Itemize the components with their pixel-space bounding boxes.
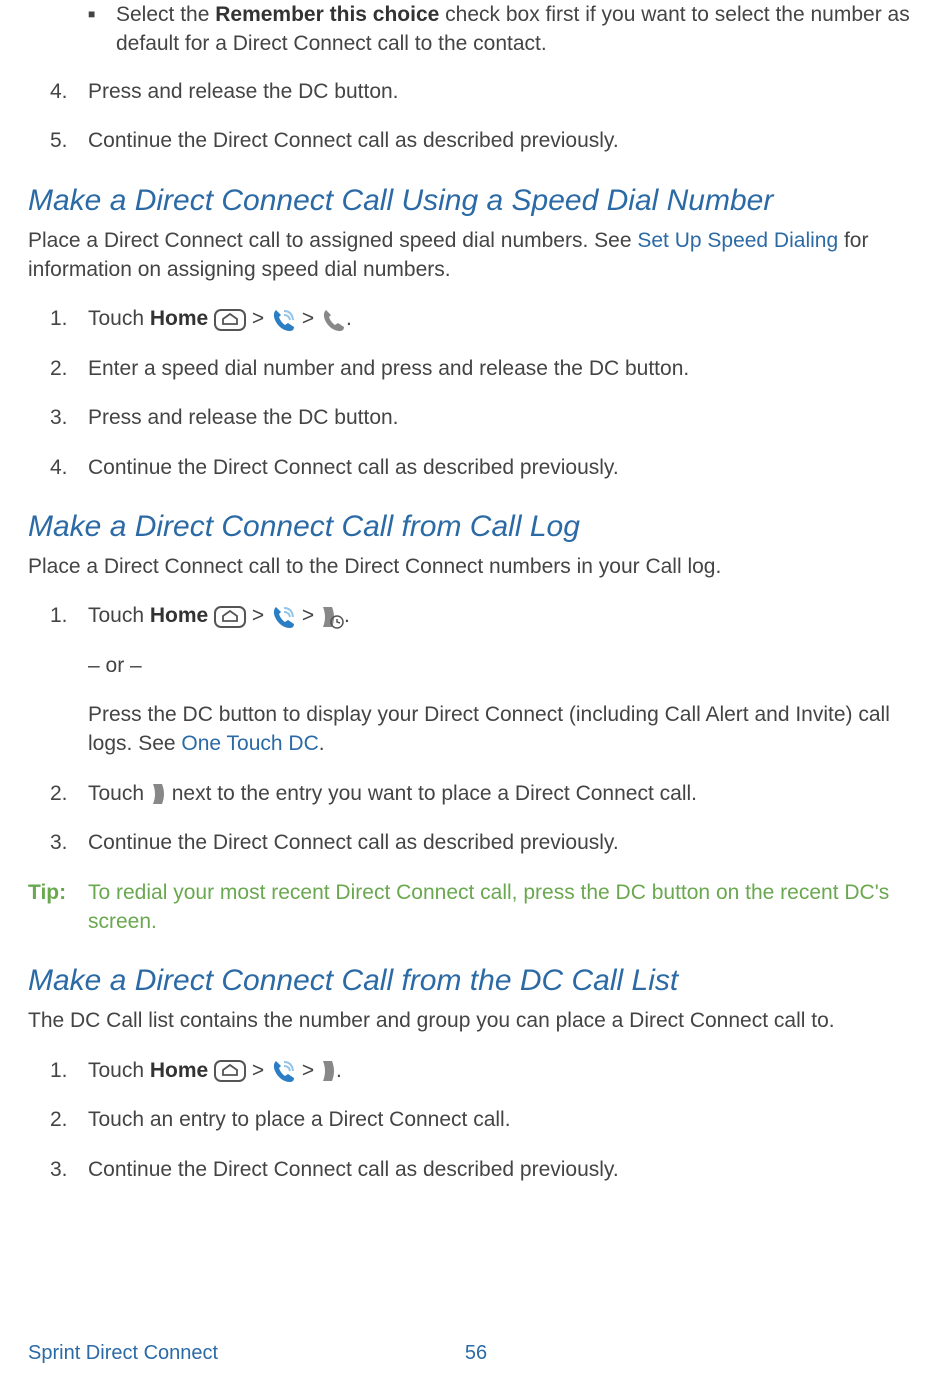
- bold-text: Home: [150, 604, 208, 627]
- link-one-touch-dc[interactable]: One Touch DC: [181, 732, 318, 755]
- heading-call-log: Make a Direct Connect Call from Call Log: [28, 506, 924, 548]
- text: .: [346, 307, 352, 330]
- step-text: Touch Home > > .: [88, 601, 350, 630]
- step-1: 1. Touch Home > > .: [50, 1056, 924, 1085]
- step-number: 1.: [50, 304, 88, 333]
- tip-label: Tip:: [28, 878, 88, 937]
- step-number: 2.: [50, 779, 88, 808]
- step-2: 2. Enter a speed dial number and press a…: [50, 354, 924, 383]
- step-3: 3. Continue the Direct Connect call as d…: [50, 1155, 924, 1184]
- tip: Tip: To redial your most recent Direct C…: [28, 878, 924, 937]
- step-number: 5.: [50, 126, 88, 155]
- text: .: [336, 1059, 342, 1082]
- phone-blue-icon: [270, 307, 296, 333]
- separator: >: [296, 1059, 320, 1082]
- section-intro: Place a Direct Connect call to the Direc…: [28, 552, 924, 581]
- text: .: [344, 604, 350, 627]
- step-3: 3. Press and release the DC button.: [50, 403, 924, 432]
- dc-tab-icon: [320, 1058, 336, 1084]
- text: .: [319, 732, 325, 755]
- step-text: Continue the Direct Connect call as desc…: [88, 126, 619, 155]
- step-text: Press and release the DC button.: [88, 77, 399, 106]
- alt-step-text: Press the DC button to display your Dire…: [88, 700, 924, 759]
- text: Touch: [88, 782, 150, 805]
- step-1: 1. Touch Home > > .: [50, 601, 924, 630]
- bold-text: Home: [150, 1059, 208, 1082]
- bullet-item: ■ Select the Remember this choice check …: [88, 0, 924, 59]
- step-text: Touch Home > > .: [88, 304, 352, 333]
- bold-text: Remember this choice: [215, 3, 439, 26]
- step-4: 4. Continue the Direct Connect call as d…: [50, 453, 924, 482]
- footer: Sprint Direct Connect 56: [28, 1339, 924, 1367]
- step-1: 1. Touch Home > > .: [50, 304, 924, 333]
- step-number: 3.: [50, 1155, 88, 1184]
- bullet-marker: ■: [88, 0, 116, 59]
- separator: >: [246, 1059, 270, 1082]
- separator: >: [296, 307, 320, 330]
- step-number: 2.: [50, 1105, 88, 1134]
- step-number: 4.: [50, 453, 88, 482]
- step-2: 2. Touch next to the entry you want to p…: [50, 779, 924, 808]
- step-text: Enter a speed dial number and press and …: [88, 354, 689, 383]
- phone-blue-icon: [270, 604, 296, 630]
- phone-blue-icon: [270, 1058, 296, 1084]
- step-text: Press and release the DC button.: [88, 403, 399, 432]
- step-number: 3.: [50, 403, 88, 432]
- text: Touch: [88, 1059, 150, 1082]
- step-text: Touch an entry to place a Direct Connect…: [88, 1105, 511, 1134]
- bullet-text: Select the Remember this choice check bo…: [116, 0, 924, 59]
- step-text: Continue the Direct Connect call as desc…: [88, 828, 619, 857]
- text: next to the entry you want to place a Di…: [166, 782, 697, 805]
- separator: >: [246, 604, 270, 627]
- step-3: 3. Continue the Direct Connect call as d…: [50, 828, 924, 857]
- separator: >: [246, 307, 270, 330]
- heading-dc-call-list: Make a Direct Connect Call from the DC C…: [28, 960, 924, 1002]
- home-icon: [214, 1060, 246, 1082]
- link-speed-dialing[interactable]: Set Up Speed Dialing: [637, 229, 838, 252]
- dc-tab-clock-icon: [320, 604, 344, 630]
- heading-speed-dial: Make a Direct Connect Call Using a Speed…: [28, 180, 924, 222]
- bold-text: Home: [150, 307, 208, 330]
- step-number: 4.: [50, 77, 88, 106]
- step-number: 2.: [50, 354, 88, 383]
- or-separator: – or –: [88, 651, 924, 680]
- section-intro: Place a Direct Connect call to assigned …: [28, 226, 924, 285]
- step-number: 1.: [50, 601, 88, 630]
- text: Select the: [116, 3, 215, 26]
- section-intro: The DC Call list contains the number and…: [28, 1006, 924, 1035]
- step-text: Continue the Direct Connect call as desc…: [88, 453, 619, 482]
- tip-text: To redial your most recent Direct Connec…: [88, 878, 924, 937]
- step-text: Continue the Direct Connect call as desc…: [88, 1155, 619, 1184]
- text: Touch: [88, 604, 150, 627]
- home-icon: [214, 309, 246, 331]
- step-number: 3.: [50, 828, 88, 857]
- home-icon: [214, 606, 246, 628]
- text: Place a Direct Connect call to assigned …: [28, 229, 637, 252]
- dc-tab-icon: [150, 781, 166, 807]
- step-2: 2. Touch an entry to place a Direct Conn…: [50, 1105, 924, 1134]
- text: Touch: [88, 307, 150, 330]
- step-text: Touch next to the entry you want to plac…: [88, 779, 697, 808]
- step-text: Touch Home > > .: [88, 1056, 342, 1085]
- footer-page-number: 56: [465, 1339, 487, 1367]
- separator: >: [296, 604, 320, 627]
- step-4: 4. Press and release the DC button.: [50, 77, 924, 106]
- phone-grey-icon: [320, 307, 346, 333]
- step-number: 1.: [50, 1056, 88, 1085]
- step-5: 5. Continue the Direct Connect call as d…: [50, 126, 924, 155]
